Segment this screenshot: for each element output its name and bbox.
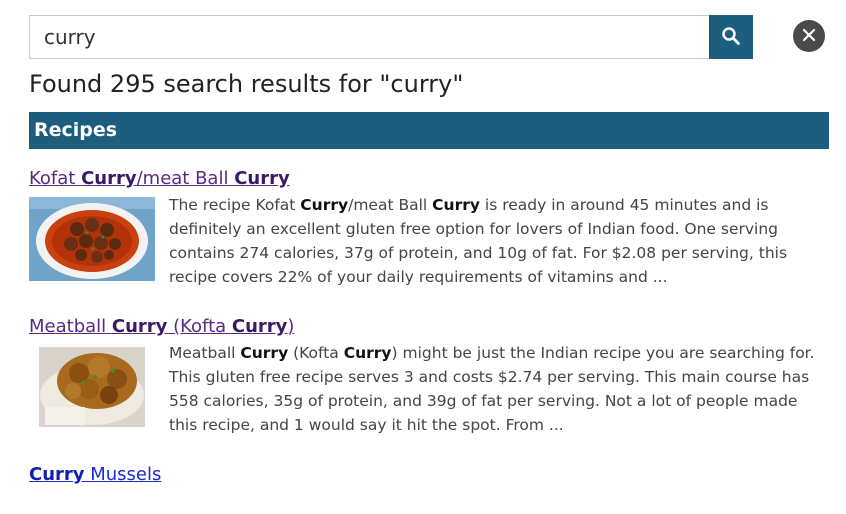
result-snippet: The recipe Kofat Curry/meat Ball Curry i…	[169, 196, 788, 286]
search-icon	[721, 26, 741, 49]
search-bar	[29, 15, 825, 59]
result-thumbnail[interactable]	[29, 197, 155, 281]
result-thumbnail[interactable]	[29, 345, 155, 429]
section-header-recipes: Recipes	[29, 112, 829, 149]
results-heading: Found 295 search results for "curry"	[29, 70, 464, 98]
search-result: Curry Mussels	[29, 463, 829, 487]
search-button[interactable]	[709, 15, 753, 59]
search-result: Kofat Curry/meat Ball Curry The recipe K…	[29, 167, 829, 293]
result-snippet: Meatball Curry (Kofta Curry) might be ju…	[169, 344, 815, 434]
close-icon	[802, 28, 816, 45]
close-button[interactable]	[793, 20, 825, 52]
search-result: Meatball Curry (Kofta Curry) Meatball Cu…	[29, 315, 829, 441]
result-title-link[interactable]: Curry Mussels	[29, 463, 829, 487]
result-title-link[interactable]: Kofat Curry/meat Ball Curry	[29, 167, 829, 191]
search-input[interactable]	[29, 15, 709, 59]
result-title-link[interactable]: Meatball Curry (Kofta Curry)	[29, 315, 829, 339]
